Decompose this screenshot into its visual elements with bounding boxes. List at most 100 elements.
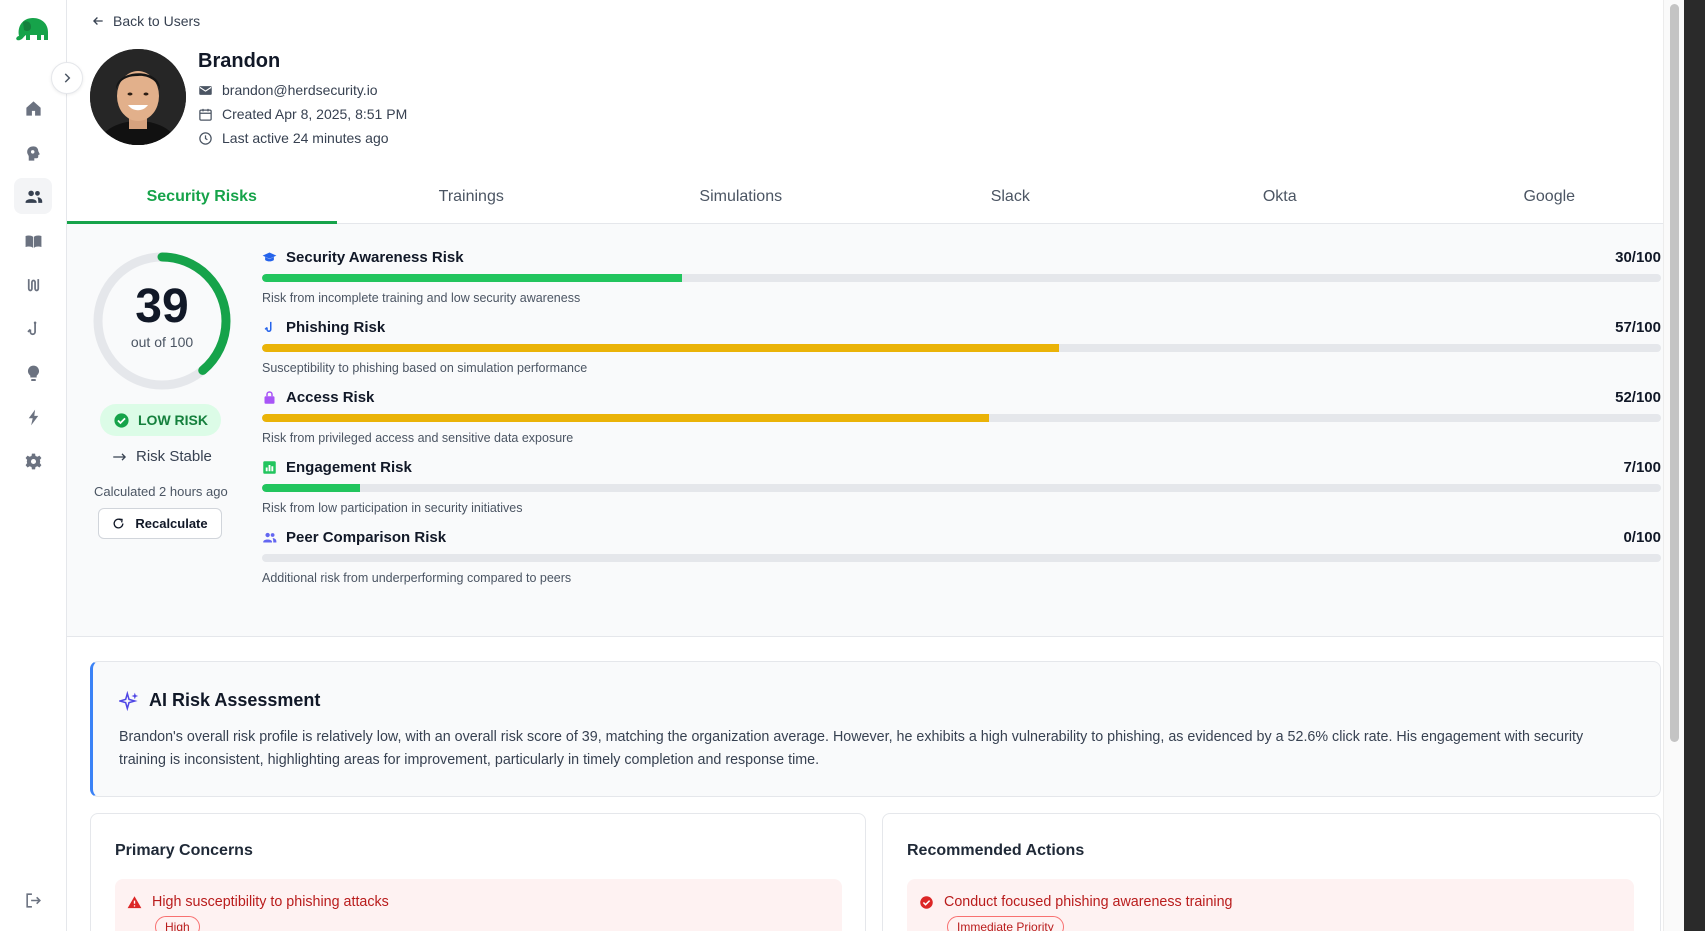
recalculate-label: Recalculate [135, 516, 208, 531]
main-scrollbar[interactable] [1663, 0, 1684, 931]
user-email-row: brandon@herdsecurity.io [198, 82, 378, 98]
nav-ideas[interactable] [14, 355, 52, 391]
risk-title: Engagement Risk [286, 459, 412, 476]
home-icon [25, 100, 41, 116]
nav-phishing[interactable] [14, 311, 52, 347]
action-line: Conduct focused phishing awareness train… [919, 894, 1233, 910]
ai-risk-assessment-card: AI Risk Assessment Brandon's overall ris… [90, 661, 1661, 797]
graduation-cap-icon [262, 252, 277, 262]
lock-icon [264, 391, 275, 404]
users-icon [25, 190, 42, 203]
tab-simulations[interactable]: Simulations [606, 178, 876, 223]
risk-title: Peer Comparison Risk [286, 529, 447, 546]
elephant-logo-icon[interactable] [13, 14, 51, 44]
nav-automations[interactable] [14, 399, 52, 435]
risk-item-access: Access Risk 52/100 Risk from privileged … [262, 389, 1661, 459]
priority-badge: Immediate Priority [947, 916, 1064, 931]
risk-head: Peer Comparison Risk [262, 529, 446, 546]
bolt-icon [28, 409, 38, 425]
lightbulb-icon [27, 365, 39, 381]
risk-title: Phishing Risk [286, 319, 386, 336]
scrollbar-thumb[interactable] [1670, 4, 1679, 742]
refresh-icon [113, 518, 124, 529]
phishing-hook-icon [26, 321, 36, 335]
risk-head: Access Risk [262, 389, 374, 406]
risk-level-badge: LOW RISK [100, 404, 221, 436]
users-icon [263, 532, 277, 543]
check-circle-icon [920, 895, 933, 909]
clock-icon [199, 131, 212, 145]
risk-score: 57/100 [1615, 319, 1661, 336]
user-email: brandon@herdsecurity.io [222, 82, 378, 98]
nav-logout[interactable] [14, 882, 52, 918]
concern-line: High susceptibility to phishing attacks [127, 894, 389, 910]
back-link-label: Back to Users [113, 13, 201, 29]
arrow-right-icon [113, 452, 127, 461]
arrow-left-icon [93, 17, 103, 25]
ai-assessment-heading: AI Risk Assessment [119, 690, 320, 711]
risk-bar [262, 274, 1661, 282]
risk-bar-fill [262, 344, 1060, 352]
avatar [90, 49, 186, 145]
route-icon [27, 278, 39, 291]
calendar-icon [199, 108, 212, 121]
risk-bar [262, 344, 1661, 352]
nav-library[interactable] [14, 223, 52, 259]
tab-okta[interactable]: Okta [1145, 178, 1415, 223]
risk-item-phishing: Phishing Risk 57/100 Susceptibility to p… [262, 319, 1661, 389]
calculated-time: Calculated 2 hours ago [94, 484, 228, 499]
risk-head: Phishing Risk [262, 319, 385, 336]
risk-score: 7/100 [1623, 459, 1661, 476]
tab-slack[interactable]: Slack [876, 178, 1146, 223]
risk-description: Risk from privileged access and sensitiv… [262, 431, 574, 445]
concern-item: High susceptibility to phishing attacks … [115, 879, 842, 931]
profile-tabs: Security Risks Trainings Simulations Sla… [67, 178, 1684, 224]
recalculate-button[interactable]: Recalculate [98, 508, 222, 539]
risk-bar-fill [262, 414, 990, 422]
primary-concerns-card: Primary Concerns High susceptibility to … [90, 813, 866, 931]
tab-security-risks[interactable]: Security Risks [67, 178, 337, 224]
main-content: Back to Users Brandon brandon@herdsecuri… [67, 0, 1684, 931]
risk-bar [262, 554, 1661, 562]
risk-item-engagement: Engagement Risk 7/100 Risk from low part… [262, 459, 1661, 529]
risk-score: 52/100 [1615, 389, 1661, 406]
back-to-users-link[interactable]: Back to Users [91, 13, 200, 29]
gear-icon [25, 453, 41, 469]
check-circle-icon [114, 412, 129, 428]
security-risks-panel: 39 out of 100 LOW RISK Risk Stable Calcu… [67, 224, 1684, 637]
user-last-active: Last active 24 minutes ago [222, 130, 389, 146]
action-item: Conduct focused phishing awareness train… [907, 879, 1634, 931]
bar-chart-icon [263, 461, 276, 474]
chevron-right-icon [64, 73, 71, 83]
primary-concerns-title: Primary Concerns [115, 842, 253, 859]
risk-title: Access Risk [286, 389, 375, 406]
nav-users[interactable] [14, 178, 52, 214]
user-created-row: Created Apr 8, 2025, 8:51 PM [198, 106, 407, 122]
nav-insights[interactable] [14, 135, 52, 171]
user-created: Created Apr 8, 2025, 8:51 PM [222, 106, 408, 122]
mail-icon [199, 85, 212, 95]
risk-bar [262, 414, 1661, 422]
risk-bar-fill [262, 484, 360, 492]
sidebar-expand-button[interactable] [51, 62, 83, 94]
tab-trainings[interactable]: Trainings [337, 178, 607, 223]
action-text: Conduct focused phishing awareness train… [944, 894, 1233, 910]
risk-description: Risk from low participation in security … [262, 501, 523, 515]
nav-journeys[interactable] [14, 267, 52, 303]
recommended-actions-card: Recommended Actions Conduct focused phis… [882, 813, 1661, 931]
sparkles-icon [119, 690, 139, 711]
risk-trend-label: Risk Stable [136, 448, 212, 465]
risk-description: Risk from incomplete training and low se… [262, 291, 581, 305]
concern-text: High susceptibility to phishing attacks [152, 894, 389, 910]
recommended-actions-title: Recommended Actions [907, 842, 1085, 859]
nav-settings[interactable] [14, 443, 52, 479]
ai-assessment-title: AI Risk Assessment [149, 690, 321, 710]
warning-triangle-icon [127, 895, 142, 908]
tab-google[interactable]: Google [1415, 178, 1685, 223]
risk-trend: Risk Stable [112, 448, 212, 465]
risk-level-label: LOW RISK [138, 412, 208, 428]
nav-home[interactable] [14, 90, 52, 126]
risk-score-max: out of 100 [130, 334, 194, 350]
risk-description: Additional risk from underperforming com… [262, 571, 572, 585]
risk-score: 0/100 [1623, 529, 1661, 546]
